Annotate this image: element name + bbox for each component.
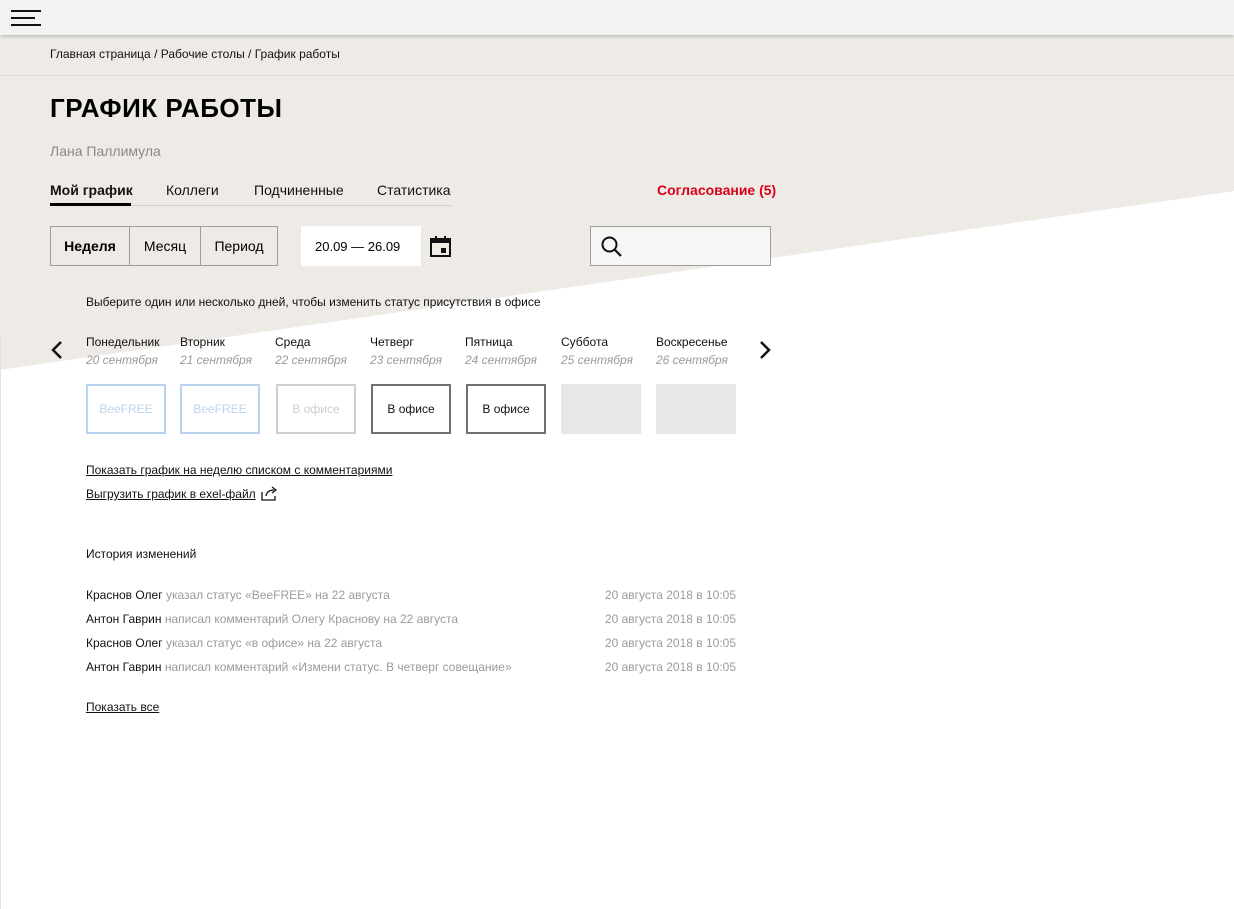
user-name: Лана Паллимула <box>50 143 161 159</box>
instruction-text: Выберите один или несколько дней, чтобы … <box>86 295 541 309</box>
header-divider <box>0 75 1234 76</box>
search-input[interactable] <box>629 231 767 261</box>
page-title: ГРАФИК РАБОТЫ <box>50 93 283 123</box>
history-row: Антон Гаврин написал комментарий Олегу К… <box>86 612 736 628</box>
hamburger-menu-icon[interactable] <box>11 10 41 27</box>
day-name: Пятница <box>465 335 513 349</box>
breadcrumb-desktops[interactable]: Рабочие столы <box>161 47 245 61</box>
history-action: указал статус «BeeFREE» на 22 августа <box>165 588 390 602</box>
share-icon[interactable] <box>261 486 279 501</box>
date-range-field[interactable]: 20.09 — 26.09 <box>301 226 421 266</box>
tab-bar: Мой график Коллеги Подчиненные Статистик… <box>50 182 451 206</box>
day-date: 26 сентября <box>656 353 728 367</box>
day-date: 25 сентября <box>561 353 633 367</box>
day-name: Суббота <box>561 335 608 349</box>
history-time: 20 августа 2018 в 10:05 <box>604 636 736 650</box>
day-header-tuesday: Вторник 21 сентября <box>180 335 260 367</box>
period-range-button[interactable]: Период <box>201 227 277 265</box>
date-range-value: 20.09 — 26.09 <box>315 239 401 254</box>
history-action: написал комментарий Олегу Краснову на 22… <box>164 612 458 626</box>
chevron-left-icon[interactable] <box>49 340 65 360</box>
day-name: Четверг <box>370 335 414 349</box>
calendar-icon[interactable] <box>430 236 451 257</box>
day-header-wednesday: Среда 22 сентября <box>275 335 355 367</box>
day-header-sunday: Воскресенье 26 сентября <box>656 335 736 367</box>
day-date: 21 сентября <box>180 353 252 367</box>
day-header-saturday: Суббота 25 сентября <box>561 335 641 367</box>
tab-statistics[interactable]: Статистика <box>377 182 451 198</box>
history-title: История изменений <box>86 547 197 561</box>
approval-link[interactable]: Согласование (5) <box>657 182 776 198</box>
period-selector: Неделя Месяц Период <box>50 226 278 266</box>
show-all-link[interactable]: Показать все <box>86 700 159 714</box>
day-date: 20 сентября <box>86 353 158 367</box>
search-box <box>590 226 771 266</box>
chevron-right-icon[interactable] <box>757 340 773 360</box>
day-status-tuesday[interactable]: BeeFREE <box>180 384 260 434</box>
history-author: Краснов Олег <box>86 636 163 650</box>
active-tab-indicator <box>50 203 131 206</box>
day-status-thursday[interactable]: В офисе <box>371 384 451 434</box>
history-time: 20 августа 2018 в 10:05 <box>604 612 736 626</box>
history-row: Антон Гаврин написал комментарий «Измени… <box>86 660 736 676</box>
tab-colleagues[interactable]: Коллеги <box>166 182 219 198</box>
search-icon[interactable] <box>601 236 622 257</box>
day-header-thursday: Четверг 23 сентября <box>370 335 450 367</box>
period-week-button[interactable]: Неделя <box>51 227 130 265</box>
day-status-saturday <box>561 384 641 434</box>
divider <box>0 335 1 909</box>
day-status-friday[interactable]: В офисе <box>466 384 546 434</box>
week-list-link[interactable]: Показать график на неделю списком с комм… <box>86 463 392 477</box>
day-name: Воскресенье <box>656 335 728 349</box>
tab-my-schedule[interactable]: Мой график <box>50 182 133 198</box>
history-time: 20 августа 2018 в 10:05 <box>604 660 736 674</box>
history-row: Краснов Олег указал статус «в офисе» на … <box>86 636 736 652</box>
day-date: 22 сентября <box>275 353 347 367</box>
history-author: Антон Гаврин <box>86 660 162 674</box>
history-row: Краснов Олег указал статус «BeeFREE» на … <box>86 588 736 604</box>
history-author: Антон Гаврин <box>86 612 162 626</box>
history-time: 20 августа 2018 в 10:05 <box>604 588 736 602</box>
day-date: 24 сентября <box>465 353 537 367</box>
breadcrumb-separator: / <box>248 47 252 61</box>
day-name: Понедельник <box>86 335 160 349</box>
tab-subordinates[interactable]: Подчиненные <box>254 182 344 198</box>
day-status-sunday <box>656 384 736 434</box>
breadcrumb-current[interactable]: График работы <box>255 47 340 61</box>
top-bar <box>0 0 1234 35</box>
breadcrumb-home[interactable]: Главная страница <box>50 47 151 61</box>
history-action: написал комментарий «Измени статус. В че… <box>164 660 512 674</box>
day-status-wednesday[interactable]: В офисе <box>276 384 356 434</box>
period-month-button[interactable]: Месяц <box>130 227 201 265</box>
day-date: 23 сентября <box>370 353 442 367</box>
history-author: Краснов Олег <box>86 588 163 602</box>
day-name: Вторник <box>180 335 225 349</box>
day-header-monday: Понедельник 20 сентября <box>86 335 166 367</box>
day-header-friday: Пятница 24 сентября <box>465 335 545 367</box>
history-action: указал статус «в офисе» на 22 августа <box>165 636 383 650</box>
day-name: Среда <box>275 335 311 349</box>
breadcrumb: Главная страница / Рабочие столы / Графи… <box>50 47 340 61</box>
export-excel-link[interactable]: Выгрузить график в exel-файл <box>86 487 256 501</box>
day-status-monday[interactable]: BeeFREE <box>86 384 166 434</box>
breadcrumb-separator: / <box>154 47 158 61</box>
